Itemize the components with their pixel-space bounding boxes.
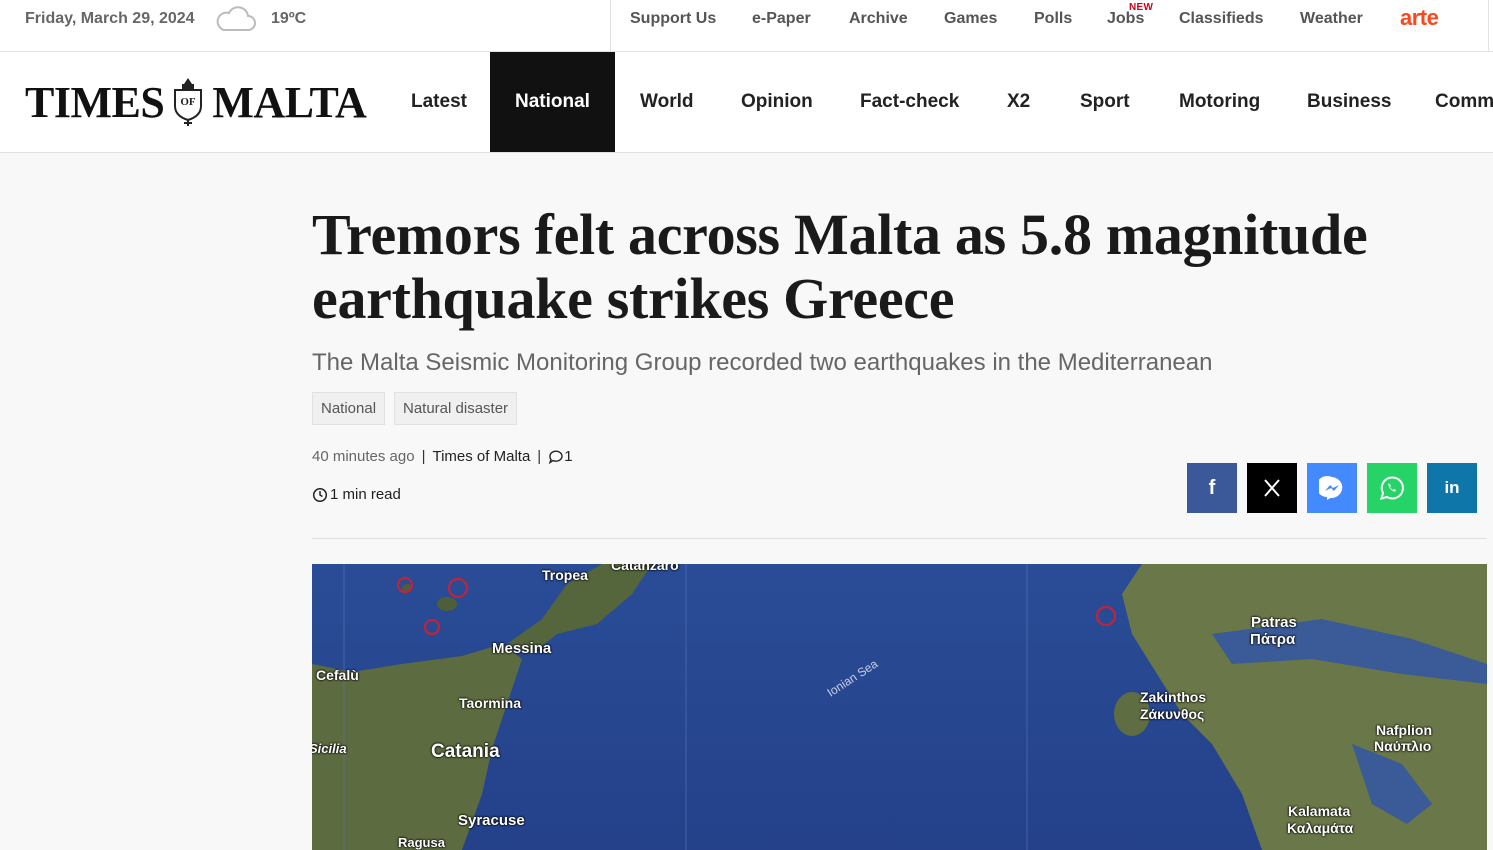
share-facebook-button[interactable]: f: [1187, 463, 1237, 513]
linkedin-icon: in: [1444, 478, 1460, 497]
whatsapp-icon: [1380, 476, 1404, 500]
tag-natural-disaster[interactable]: Natural disaster: [394, 392, 518, 425]
classifieds-link[interactable]: Classifieds: [1179, 10, 1263, 28]
current-date: Friday, March 29, 2024: [25, 10, 195, 27]
new-badge: NEW: [1129, 2, 1154, 13]
divider: [610, 0, 611, 52]
meta-separator: |: [421, 448, 426, 465]
x-icon: [1264, 479, 1280, 497]
map-label-messina: Messina: [492, 640, 552, 657]
weather-link[interactable]: Weather: [1300, 10, 1363, 28]
nav-world[interactable]: World: [640, 52, 693, 152]
earthquake-map-image: Tropea Catanzaro Messina Cefalù Taormina…: [312, 564, 1487, 850]
headline-line-1: Tremors felt across Malta as 5.8 magnitu…: [312, 202, 1368, 267]
crest-icon: OF: [174, 78, 203, 126]
read-time-label: 1 min read: [330, 486, 401, 503]
arte-logo[interactable]: arte: [1400, 5, 1439, 31]
map-label-catania: Catania: [431, 741, 500, 762]
nav-sport[interactable]: Sport: [1080, 52, 1130, 152]
comment-icon: [548, 449, 563, 464]
tag-national[interactable]: National: [312, 392, 386, 425]
map-label-cefalu: Cefalù: [316, 667, 359, 683]
archive-link[interactable]: Archive: [849, 10, 908, 28]
nav-x2[interactable]: X2: [1007, 52, 1030, 152]
map-label-nafplion-greek: Ναύπλιο: [1374, 738, 1432, 754]
read-time: 1 min read: [312, 486, 401, 503]
nav-business[interactable]: Business: [1307, 52, 1391, 152]
map-label-sicilia: Sicilia: [312, 741, 347, 756]
map-label-zakinthos-greek: Ζάκυνθος: [1140, 706, 1205, 722]
e-paper-link[interactable]: e-Paper: [752, 10, 811, 28]
nav-motoring[interactable]: Motoring: [1179, 52, 1260, 152]
share-x-button[interactable]: [1247, 463, 1297, 513]
map-label-taormina: Taormina: [459, 695, 521, 711]
utility-bar: Friday, March 29, 2024 19ºC Support Us e…: [0, 0, 1493, 52]
divider: [312, 538, 1487, 539]
clock-icon: [312, 487, 328, 502]
author-link[interactable]: Times of Malta: [432, 448, 530, 465]
main-navigation: TIMES OF MALTA Latest National World Opi…: [0, 52, 1493, 153]
support-us-link[interactable]: Support Us: [630, 10, 716, 28]
headline-line-2: earthquake strikes Greece: [312, 266, 955, 331]
times-of-malta-logo[interactable]: TIMES OF MALTA: [25, 76, 367, 128]
comments-link[interactable]: 1: [548, 448, 573, 465]
nav-national[interactable]: National: [490, 52, 615, 152]
article-headline: Tremors felt across Malta as 5.8 magnitu…: [312, 203, 1462, 331]
comment-count: 1: [564, 448, 573, 465]
logo-word-times: TIMES: [25, 77, 165, 127]
article-meta: 40 minutes ago | Times of Malta | 1: [312, 448, 573, 465]
map-label-patras: Patras: [1251, 614, 1297, 631]
messenger-icon: [1319, 476, 1343, 500]
nav-comment[interactable]: Comm: [1435, 52, 1493, 152]
nav-fact-check[interactable]: Fact-check: [860, 52, 959, 152]
share-linkedin-button[interactable]: in: [1427, 463, 1477, 513]
crest-text: OF: [181, 96, 197, 108]
temperature: 19ºC: [271, 10, 307, 27]
published-time: 40 minutes ago: [312, 448, 415, 465]
share-whatsapp-button[interactable]: [1367, 463, 1417, 513]
nav-latest[interactable]: Latest: [411, 52, 467, 152]
polls-link[interactable]: Polls: [1034, 10, 1072, 28]
games-link[interactable]: Games: [944, 10, 997, 28]
logo-word-malta: MALTA: [212, 77, 367, 127]
facebook-icon: f: [1208, 476, 1216, 499]
share-messenger-button[interactable]: [1307, 463, 1357, 513]
divider: [1488, 0, 1489, 52]
map-label-kalamata-greek: Καλαμάτα: [1287, 820, 1354, 836]
map-label-zakinthos: Zakinthos: [1140, 689, 1207, 705]
map-label-patras-greek: Πάτρα: [1250, 631, 1296, 648]
article-subtitle: The Malta Seismic Monitoring Group recor…: [312, 349, 1213, 376]
map-label-tropea: Tropea: [542, 567, 588, 583]
map-label-ragusa: Ragusa: [398, 835, 445, 850]
meta-separator: |: [537, 448, 542, 465]
nav-opinion[interactable]: Opinion: [741, 52, 813, 152]
map-label-syracuse: Syracuse: [458, 812, 525, 829]
cloud-icon: [214, 4, 258, 39]
map-label-kalamata: Kalamata: [1288, 803, 1351, 819]
map-label-catanzaro: Catanzaro: [611, 564, 679, 573]
map-label-nafplion: Nafplion: [1376, 722, 1432, 738]
